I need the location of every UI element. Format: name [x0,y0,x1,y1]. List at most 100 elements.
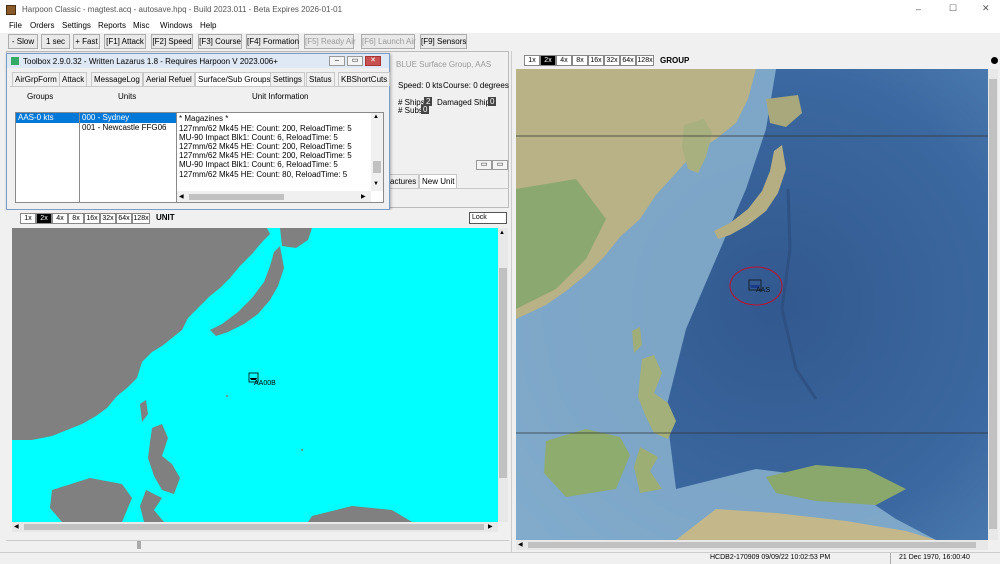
info-line: * Magazines * [179,114,229,123]
tab-surface-sub-groups[interactable]: Surface/Sub Groups [195,72,274,86]
tab-attack[interactable]: Attack [59,72,88,86]
toolbox-title-bar: Toolbox 2.9.0.32 - Written Lazarus 1.8 -… [7,54,389,68]
info-line: 127mm/62 Mk45 HE: Count: 200, ReloadTime… [179,151,352,160]
group-map-vertical-scrollbar[interactable] [988,69,998,540]
scroll-up-icon[interactable]: ▲ [373,114,379,120]
unit-zoom-4x[interactable]: 4x [52,213,68,224]
scroll-left-icon[interactable]: ◀ [179,193,184,200]
menu-bar: File Orders Settings Reports Misc Window… [0,20,1000,33]
scroll-thumb[interactable] [373,161,381,173]
sensors-button[interactable]: [F9] Sensors [420,34,467,49]
unit-map-vertical-scrollbar[interactable]: ▲ [498,228,508,522]
unit-zoom-8x[interactable]: 8x [68,213,84,224]
scroll-thumb[interactable] [989,79,997,529]
time-step-button[interactable]: 1 sec [41,34,70,49]
unit-zoom-32x[interactable]: 32x [100,213,116,224]
menu-orders[interactable]: Orders [30,21,54,30]
island-dot [301,449,303,451]
unit-zoom-64x[interactable]: 64x [116,213,132,224]
attack-button[interactable]: [F1] Attack [104,34,146,49]
tab-settings[interactable]: Settings [270,72,305,86]
maximize-icon[interactable]: ☐ [949,3,957,14]
tab-aerial-refuel[interactable]: Aerial Refuel [143,72,195,86]
minimize-icon[interactable]: – [916,4,921,14]
group-zoom-128x[interactable]: 128x [636,55,654,66]
unit-marker-label: AA00B [254,380,276,387]
menu-windows[interactable]: Windows [160,21,192,30]
menu-misc[interactable]: Misc [133,21,149,30]
status-divider [890,553,891,564]
scroll-up-icon[interactable]: ▲ [499,230,505,236]
status-bar: HCDB2-170909 09/09/22 10:02:53 PM 21 Dec… [0,552,1000,564]
unit-zoom-2x[interactable]: 2x [36,213,52,224]
group-zoom-4x[interactable]: 4x [556,55,572,66]
group-zoom-32x[interactable]: 32x [604,55,620,66]
scroll-right-icon[interactable]: ▶ [488,523,493,530]
unit-zoom-128x[interactable]: 128x [132,213,150,224]
list-item[interactable]: AAS-0 kts [16,113,79,123]
group-zoom-16x[interactable]: 16x [588,55,604,66]
groups-list[interactable]: AAS-0 kts [15,112,80,203]
damaged-label: Damaged Ships [437,98,494,107]
lock-button[interactable]: Lock [469,212,507,224]
info-horizontal-scrollbar[interactable]: ◀ ▶ [177,191,371,202]
groups-header: Groups [27,92,54,101]
toolbox-tabs: AirGrpForm Attack MessageLog Aerial Refu… [10,72,391,87]
scroll-left-icon[interactable]: ◀ [14,523,19,530]
tab-kbshortcuts[interactable]: KBShortCuts [338,72,391,86]
unit-zoom-16x[interactable]: 16x [84,213,100,224]
menu-settings[interactable]: Settings [62,21,91,30]
panel-minimize-icon[interactable]: ▭ [476,160,492,170]
title-bar: Harpoon Classic - magtest.acq - autosave… [0,0,1000,20]
toolbox-app-icon [11,57,19,65]
group-zoom-8x[interactable]: 8x [572,55,588,66]
group-map[interactable]: AAS [516,69,988,540]
formation-button[interactable]: [F4] Formation [246,34,299,49]
toolbox-maximize-icon[interactable]: ▭ [347,56,363,66]
scroll-right-icon[interactable]: ▶ [361,193,366,200]
list-item[interactable]: 001 - Newcastle FFG06 [82,123,166,132]
list-item[interactable]: 000 - Sydney [80,113,176,123]
close-icon[interactable]: ✕ [982,3,990,14]
group-zoom-1x[interactable]: 1x [524,55,540,66]
panel-maximize-icon[interactable]: ▭ [492,160,508,170]
scroll-down-icon[interactable]: ▼ [373,181,379,187]
slow-button[interactable]: - Slow [8,34,38,49]
unit-map-panel: 1x 2x 4x 8x 16x 32x 64x 128x UNIT Lock A… [6,210,509,552]
scroll-thumb[interactable] [499,268,507,478]
menu-reports[interactable]: Reports [98,21,126,30]
fast-button[interactable]: + Fast [73,34,100,49]
unit-zoom-1x[interactable]: 1x [20,213,36,224]
record-indicator-icon [991,57,998,64]
menu-file[interactable]: File [9,21,22,30]
unit-map[interactable]: AA00B [12,228,498,522]
launch-air-button[interactable]: [F6] Launch Air [361,34,416,49]
info-line: 127mm/62 Mk45 HE: Count: 200, ReloadTime… [179,124,352,133]
toolbox-close-icon[interactable]: ✕ [365,56,381,66]
unit-map-horizontal-scrollbar[interactable]: ◀ ▶ [12,522,498,532]
group-zoom-2x[interactable]: 2x [540,55,556,66]
scroll-left-icon[interactable]: ◀ [518,541,523,548]
units-list[interactable]: 000 - Sydney 001 - Newcastle FFG06 [79,112,177,203]
tab-status[interactable]: Status [306,72,335,86]
menu-help[interactable]: Help [200,21,216,30]
group-zoom-64x[interactable]: 64x [620,55,636,66]
toolbox-minimize-icon[interactable]: – [329,56,345,66]
course-button[interactable]: [F3] Course [198,34,242,49]
tab-messagelog[interactable]: MessageLog [91,72,143,86]
info-vertical-scrollbar[interactable]: ▲ ▼ [371,113,383,191]
tab-airgrpform[interactable]: AirGrpForm [12,72,60,86]
units-header: Units [118,92,137,101]
bottom-splitter[interactable] [6,540,509,549]
speed-button[interactable]: [F2] Speed [151,34,193,49]
scroll-thumb[interactable] [189,194,284,200]
tab-new-unit[interactable]: New Unit [419,174,458,188]
unit-info-list[interactable]: * Magazines * 127mm/62 Mk45 HE: Count: 2… [176,112,384,203]
ready-air-button[interactable]: [F5] Ready Air [304,34,356,49]
scroll-thumb[interactable] [528,542,976,548]
group-map-horizontal-scrollbar[interactable]: ◀ [516,540,988,550]
info-line: 127mm/62 Mk45 HE: Count: 200, ReloadTime… [179,142,352,151]
scroll-thumb[interactable] [24,524,484,530]
splitter-handle[interactable] [137,541,141,549]
tab-structures[interactable]: actures [387,174,420,188]
